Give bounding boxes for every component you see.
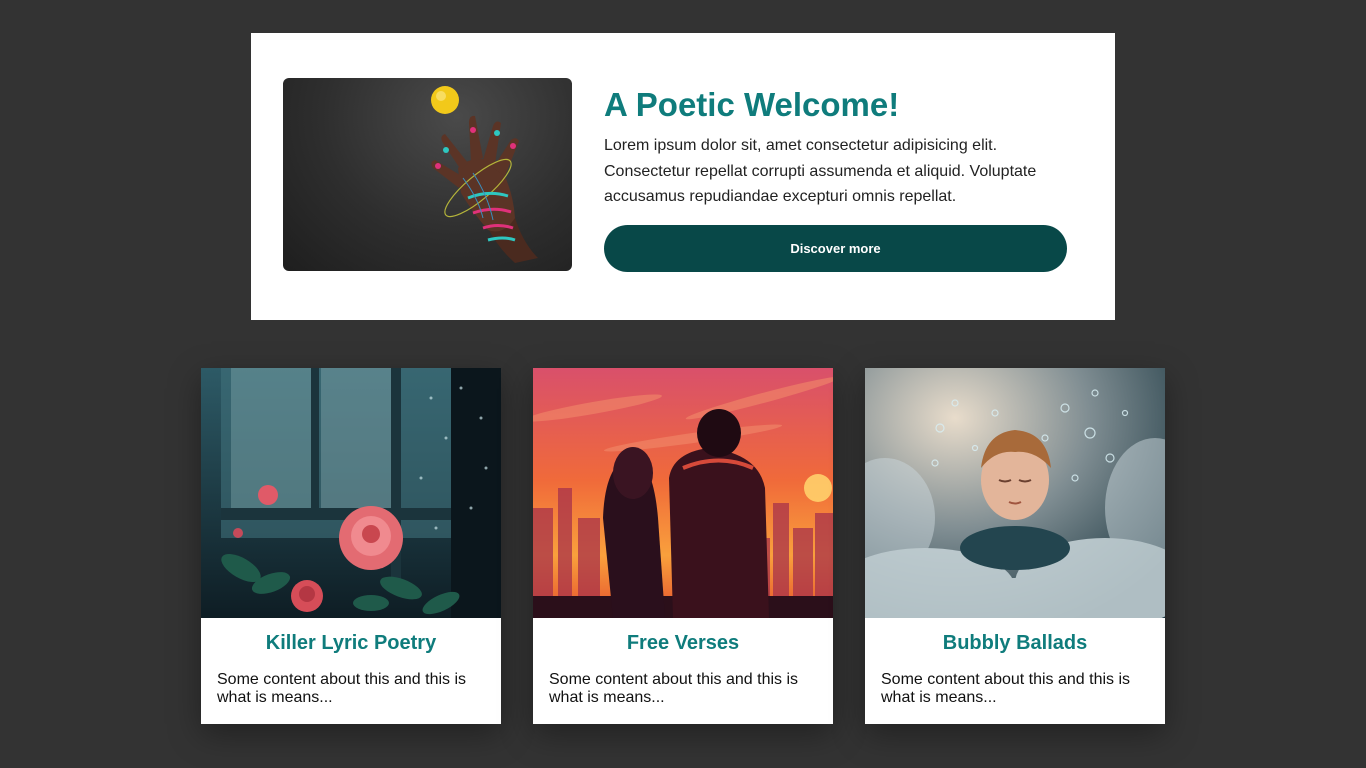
- card-image: [533, 368, 833, 618]
- card-free-verses[interactable]: Free Verses Some content about this and …: [533, 368, 833, 724]
- yellow-ball: [431, 86, 459, 114]
- card-title: Bubbly Ballads: [942, 632, 1088, 654]
- hero-image: [283, 78, 572, 271]
- figure-right: [669, 448, 769, 618]
- hero-card: A Poetic Welcome! Lorem ipsum dolor sit,…: [251, 33, 1115, 320]
- card-lyric-poetry[interactable]: Killer Lyric Poetry Some content about t…: [201, 368, 501, 724]
- hero-description: Lorem ipsum dolor sit, amet consectetur …: [604, 137, 1037, 205]
- card-image: [865, 368, 1165, 618]
- hero-title: A Poetic Welcome!: [604, 86, 900, 123]
- hand-illustration: [431, 86, 538, 263]
- rose-window-illustration: [201, 368, 501, 618]
- card-image: [201, 368, 501, 618]
- sunset-couple-illustration: [533, 368, 833, 618]
- discover-more-button[interactable]: Discover more: [604, 225, 1067, 272]
- card-title: Free Verses: [626, 632, 740, 654]
- card-description: Some content about this and this is what…: [217, 671, 467, 706]
- card-description: Some content about this and this is what…: [549, 671, 799, 706]
- boy-clouds-illustration: [865, 368, 1165, 618]
- card-title: Killer Lyric Poetry: [265, 632, 437, 654]
- card-bubbly-ballads[interactable]: Bubbly Ballads Some content about this a…: [865, 368, 1165, 724]
- card-description: Some content about this and this is what…: [881, 671, 1131, 706]
